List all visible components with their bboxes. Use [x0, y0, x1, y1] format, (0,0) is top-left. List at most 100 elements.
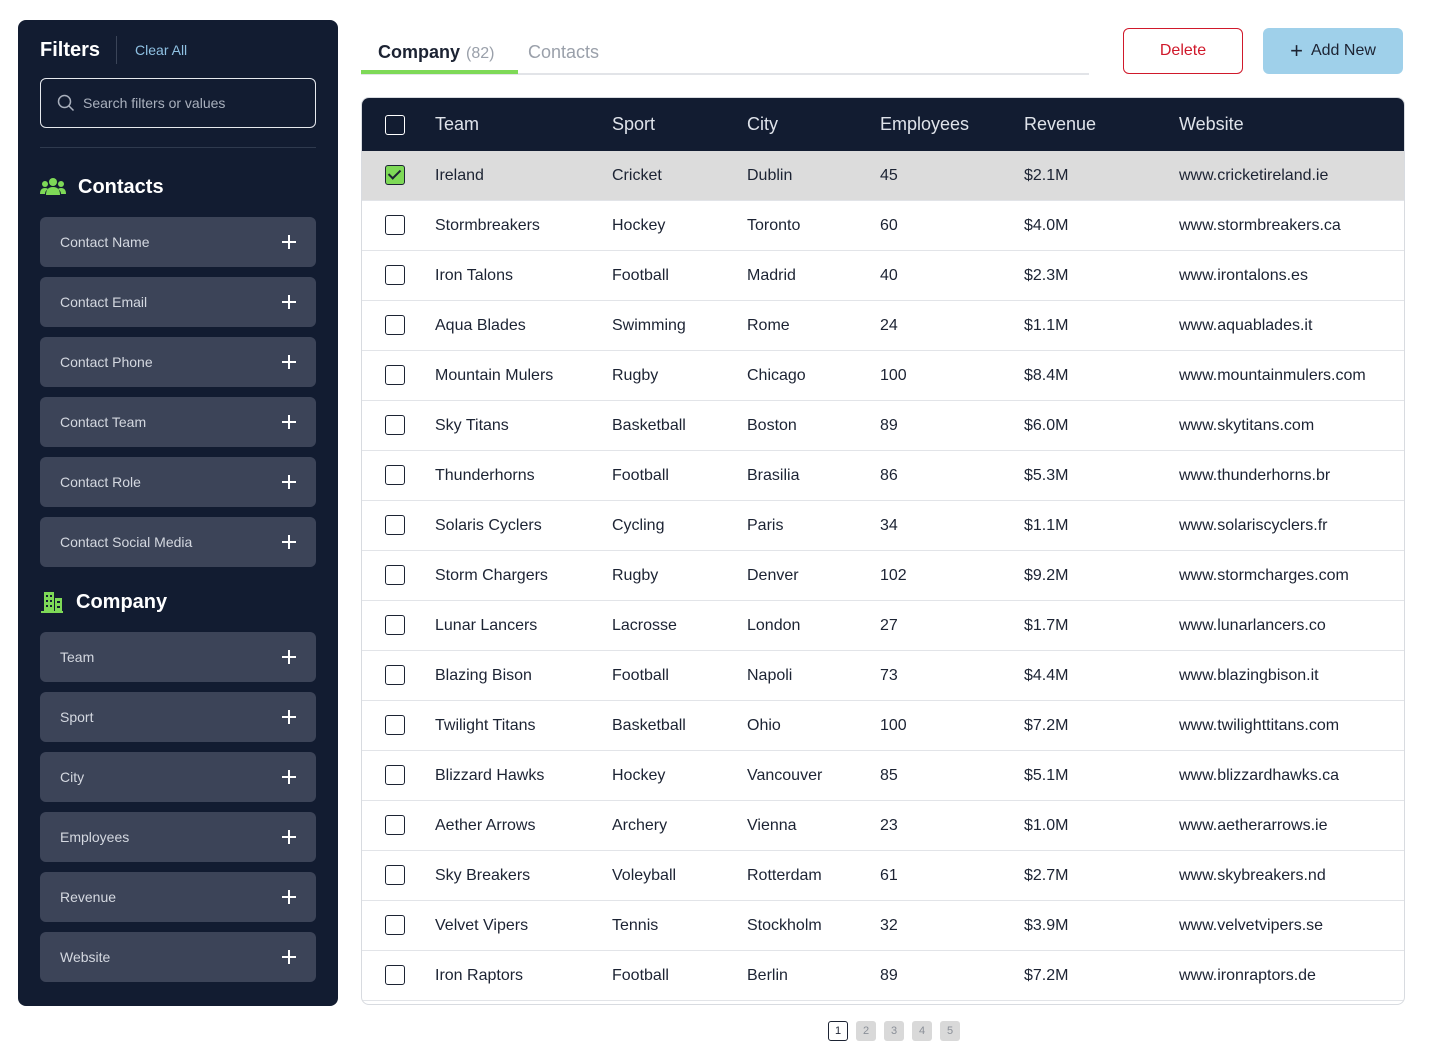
table-row[interactable]: Stormbreakers Hockey Toronto 60 $4.0M www.sto…	[362, 201, 1404, 251]
cell-website[interactable]: www.lunarlancers.co	[1179, 617, 1326, 635]
plus-icon[interactable]	[282, 950, 296, 964]
column-header-website[interactable]: Website	[1179, 114, 1244, 135]
column-header-sport[interactable]: Sport	[612, 114, 655, 135]
table-row[interactable]: Sky Breakers Voleyball Rotterdam 61 $2.7M www…	[362, 851, 1404, 901]
plus-icon[interactable]	[282, 415, 296, 429]
table-row[interactable]: Sky Titans Basketball Boston 89 $6.0M www.sky…	[362, 401, 1404, 451]
plus-icon[interactable]	[282, 710, 296, 724]
column-header-employees[interactable]: Employees	[880, 114, 969, 135]
table-row[interactable]: Solaris Cyclers Cycling Paris 34 $1.1M www.so…	[362, 501, 1404, 551]
row-checkbox[interactable]	[385, 615, 405, 635]
cell-website[interactable]: www.velvetvipers.se	[1179, 917, 1323, 935]
cell-website[interactable]: www.aquablades.it	[1179, 317, 1312, 335]
row-checkbox[interactable]	[385, 715, 405, 735]
plus-icon[interactable]	[282, 355, 296, 369]
plus-icon[interactable]	[282, 295, 296, 309]
cell-website[interactable]: www.cricketireland.ie	[1179, 167, 1328, 185]
filter-website[interactable]: Website	[40, 932, 316, 982]
cell-team: Aether Arrows	[435, 817, 536, 834]
page-button[interactable]: 5	[940, 1021, 960, 1041]
cell-website[interactable]: www.skytitans.com	[1179, 417, 1314, 435]
row-checkbox[interactable]	[385, 565, 405, 585]
plus-icon[interactable]	[282, 475, 296, 489]
cell-website[interactable]: www.blizzardhawks.ca	[1179, 767, 1339, 785]
tab-contacts[interactable]: Contacts	[528, 42, 599, 63]
filter-sport[interactable]: Sport	[40, 692, 316, 742]
cell-website[interactable]: www.skybreakers.nd	[1179, 867, 1326, 885]
row-checkbox[interactable]	[385, 215, 405, 235]
cell-revenue: $7.2M	[1024, 967, 1069, 984]
row-checkbox[interactable]	[385, 365, 405, 385]
select-all-checkbox[interactable]	[385, 115, 405, 135]
row-checkbox[interactable]	[385, 315, 405, 335]
cell-team: Velvet Vipers	[435, 917, 529, 934]
filter-contact-email[interactable]: Contact Email	[40, 277, 316, 327]
plus-icon[interactable]	[282, 770, 296, 784]
filter-contact-name[interactable]: Contact Name	[40, 217, 316, 267]
table-row[interactable]: Thunderhorns Football Brasilia 86 $5.3M www.t…	[362, 451, 1404, 501]
filter-employees[interactable]: Employees	[40, 812, 316, 862]
table-row[interactable]: Twilight Titans Basketball Ohio 100 $7.2M www…	[362, 701, 1404, 751]
column-header-team[interactable]: Team	[435, 114, 479, 135]
page-button[interactable]: 2	[856, 1021, 876, 1041]
delete-button[interactable]: Delete	[1123, 28, 1243, 74]
row-checkbox[interactable]	[385, 815, 405, 835]
column-header-revenue[interactable]: Revenue	[1024, 114, 1096, 135]
filter-contact-social-media[interactable]: Contact Social Media	[40, 517, 316, 567]
cell-website[interactable]: www.mountainmulers.com	[1179, 367, 1366, 385]
table-row[interactable]: Ireland Cricket Dublin 45 $2.1M www.cricketir…	[362, 151, 1404, 201]
row-checkbox[interactable]	[385, 665, 405, 685]
table-row[interactable]: Velvet Vipers Tennis Stockholm 32 $3.9M www.v…	[362, 901, 1404, 951]
cell-website[interactable]: www.blazingbison.it	[1179, 667, 1319, 685]
tab-company[interactable]: Company (82)	[378, 42, 494, 63]
table-row[interactable]: Aqua Blades Swimming Rome 24 $1.1M www.aquabl…	[362, 301, 1404, 351]
cell-website[interactable]: www.stormbreakers.ca	[1179, 217, 1341, 235]
cell-team: Twilight Titans	[435, 717, 536, 734]
cell-website[interactable]: www.thunderhorns.br	[1179, 467, 1330, 485]
plus-icon[interactable]	[282, 890, 296, 904]
table-row[interactable]: Aether Arrows Archery Vienna 23 $1.0M www.aet…	[362, 801, 1404, 851]
row-checkbox[interactable]	[385, 515, 405, 535]
page-button[interactable]: 1	[828, 1021, 848, 1041]
row-checkbox[interactable]	[385, 965, 405, 985]
cell-website[interactable]: www.stormcharges.com	[1179, 567, 1349, 585]
row-checkbox[interactable]	[385, 415, 405, 435]
filter-contact-role[interactable]: Contact Role	[40, 457, 316, 507]
plus-icon[interactable]	[282, 650, 296, 664]
cell-website[interactable]: www.aetherarrows.ie	[1179, 817, 1328, 835]
filter-revenue[interactable]: Revenue	[40, 872, 316, 922]
table-row[interactable]: Blazing Bison Football Napoli 73 $4.4M www.bl…	[362, 651, 1404, 701]
table-row[interactable]: Lunar Lancers Lacrosse London 27 $1.7M www.lu…	[362, 601, 1404, 651]
column-header-city[interactable]: City	[747, 114, 778, 135]
row-checkbox[interactable]	[385, 865, 405, 885]
row-checkbox[interactable]	[385, 465, 405, 485]
page-button[interactable]: 4	[912, 1021, 932, 1041]
filter-contact-phone[interactable]: Contact Phone	[40, 337, 316, 387]
row-checkbox[interactable]	[385, 265, 405, 285]
cell-website[interactable]: www.twilighttitans.com	[1179, 717, 1339, 735]
cell-city: Denver	[747, 567, 799, 584]
cell-website[interactable]: www.ironraptors.de	[1179, 967, 1316, 985]
page-button[interactable]: 3	[884, 1021, 904, 1041]
add-new-button[interactable]: + Add New	[1263, 28, 1403, 74]
plus-icon[interactable]	[282, 830, 296, 844]
cell-website[interactable]: www.irontalons.es	[1179, 267, 1308, 285]
plus-icon[interactable]	[282, 235, 296, 249]
filter-search-box[interactable]	[40, 78, 316, 128]
filter-contact-team[interactable]: Contact Team	[40, 397, 316, 447]
clear-all-link[interactable]: Clear All	[135, 42, 187, 58]
row-checkbox[interactable]	[385, 165, 405, 185]
row-checkbox[interactable]	[385, 915, 405, 935]
table-row[interactable]: Blizzard Hawks Hockey Vancouver 85 $5.1M www.…	[362, 751, 1404, 801]
filter-team[interactable]: Team	[40, 632, 316, 682]
plus-icon[interactable]	[282, 535, 296, 549]
filter-city[interactable]: City	[40, 752, 316, 802]
table-row[interactable]: Mountain Mulers Rugby Chicago 100 $8.4M www.m…	[362, 351, 1404, 401]
filter-search-input[interactable]	[83, 95, 303, 111]
table-row[interactable]: Storm Chargers Rugby Denver 102 $9.2M www.sto…	[362, 551, 1404, 601]
table-row[interactable]: Iron Talons Football Madrid 40 $2.3M www.iron…	[362, 251, 1404, 301]
filter-label: Contact Team	[60, 414, 147, 430]
row-checkbox[interactable]	[385, 765, 405, 785]
table-row[interactable]: Iron Raptors Football Berlin 89 $7.2M www.iro…	[362, 951, 1404, 1001]
cell-website[interactable]: www.solariscyclers.fr	[1179, 517, 1327, 535]
